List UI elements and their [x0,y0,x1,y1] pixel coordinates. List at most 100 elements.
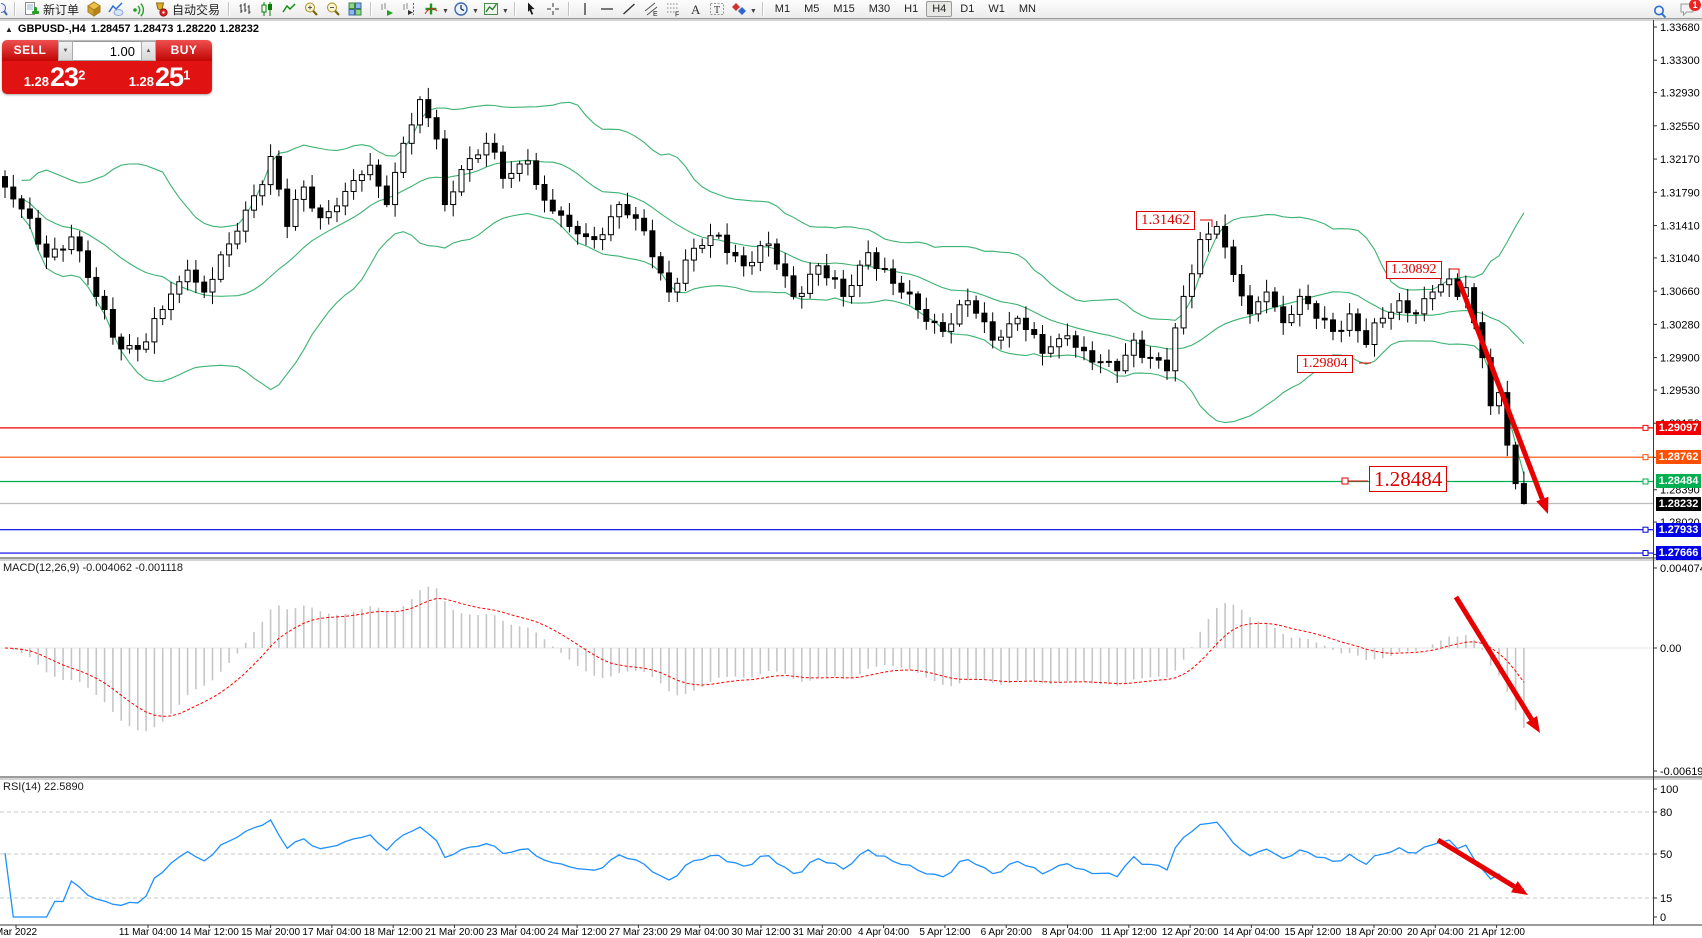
trendline-icon[interactable] [618,0,640,19]
notification-badge: 1 [1689,0,1701,11]
arrows-icon[interactable] [728,0,750,19]
candle-body [1339,330,1344,331]
macd-indicator-label: MACD(12,26,9) -0.004062 -0.001118 [3,562,183,574]
candle-body [376,165,381,186]
price-annotation[interactable]: 1.30892 [1386,261,1442,279]
volume-increase-button[interactable]: ▲ [141,41,156,61]
candle-body [1065,336,1070,339]
cursor-icon[interactable] [520,0,542,19]
line-chart-icon[interactable] [278,0,300,19]
separator [568,2,570,16]
time-axis-label: 15 Mar 20:00 [241,927,300,938]
timeframe-m15[interactable]: M15 [827,1,860,17]
annotation-anchor-square[interactable] [1342,478,1348,484]
timeframe-h4[interactable]: H4 [926,1,952,17]
timeframe-h1[interactable]: H1 [898,1,924,17]
search-icon[interactable] [1649,2,1671,21]
periods-dropdown-caret[interactable]: ▼ [472,8,479,15]
candle-body [1405,301,1410,313]
sell-price-small: 1.28 [24,74,49,89]
fibonacci-icon[interactable]: F [662,0,684,19]
candle-body [633,215,638,219]
candle-body [667,273,672,292]
macd-scale-label: -0.00619 [1660,766,1702,778]
sell-button[interactable]: SELL [2,40,58,61]
timeframe-m1[interactable]: M1 [769,1,796,17]
price-scale-label: 1.32930 [1660,88,1700,100]
level-anchor-square[interactable] [1643,527,1648,532]
indicators-icon[interactable] [420,0,442,19]
notifications-icon[interactable]: 1 [1679,1,1696,22]
periods-icon[interactable] [450,0,472,19]
candle-body [144,342,149,349]
crosshair-icon[interactable] [542,0,564,19]
candle-body [924,310,929,322]
candle-body [409,125,414,143]
templates-dropdown-caret[interactable]: ▼ [502,8,509,15]
signals-icon[interactable] [127,0,149,19]
arrows-dropdown-caret[interactable]: ▼ [750,8,757,15]
buy-button[interactable]: BUY [156,40,212,61]
level-anchor-square[interactable] [1643,455,1648,460]
market-watch-icon[interactable] [105,0,127,19]
auto-trading-icon[interactable] [149,0,171,19]
price-annotation[interactable]: 1.28484 [1369,466,1447,492]
price-scale-label: 1.30660 [1660,286,1700,298]
candle-body [625,205,630,215]
new-order-label[interactable]: 新订单 [42,1,83,18]
time-axis-label: 5 Apr 12:00 [919,927,971,938]
styles-icon[interactable] [83,0,105,19]
candle-body [642,218,647,231]
zoom-in-icon[interactable] [300,0,322,19]
clipped-icon [1,1,10,18]
new-order-icon[interactable] [20,0,42,19]
one-click-trading-panel: SELL ▼ 1.00 ▲ BUY 1.28232 1.28251 [2,40,212,94]
timeframe-m30[interactable]: M30 [863,1,896,17]
templates-icon[interactable] [480,0,502,19]
buy-price[interactable]: 1.28251 [107,61,212,94]
zoom-out-icon[interactable] [322,0,344,19]
timeframe-mn[interactable]: MN [1013,1,1042,17]
candle-body [824,266,829,278]
timeframe-w1[interactable]: W1 [982,1,1011,17]
chart-shift-icon[interactable] [398,0,420,19]
candle-body [202,282,207,292]
timeframe-m5[interactable]: M5 [798,1,825,17]
timeframe-d1[interactable]: D1 [954,1,980,17]
candle-body [235,231,240,244]
ohlc-quote: 1.28457 1.28473 1.28220 1.28232 [91,23,259,35]
horizontal-line-icon[interactable] [596,0,618,19]
candle-body [874,253,879,269]
level-anchor-square[interactable] [1643,425,1648,430]
auto-scroll-icon[interactable] [376,0,398,19]
candle-body [260,185,265,196]
text-label-icon[interactable]: T [706,0,728,19]
candle-body [990,322,995,340]
candle-body [658,257,663,273]
time-axis-label: 12 Apr 20:00 [1162,927,1219,938]
price-annotation[interactable]: 1.31462 [1136,211,1195,230]
candle-body [501,152,506,178]
volume-decrease-button[interactable]: ▼ [58,41,73,61]
candle-body [608,217,613,235]
volume-input[interactable]: 1.00 [73,41,141,61]
candlestick-chart-icon[interactable] [256,0,278,19]
level-anchor-square[interactable] [1643,479,1648,484]
buy-price-small: 1.28 [129,74,154,89]
auto-trading-label[interactable]: 自动交易 [171,1,224,18]
candle-body [210,279,215,292]
candle-body [1389,312,1394,318]
candle-body [442,139,447,205]
sell-price[interactable]: 1.28232 [2,61,107,94]
price-annotation[interactable]: 1.29804 [1297,355,1353,373]
bar-chart-icon[interactable] [234,0,256,19]
indicators-dropdown-caret[interactable]: ▼ [442,8,449,15]
candle-body [1032,330,1037,335]
vertical-line-icon[interactable] [574,0,596,19]
tile-windows-icon[interactable] [344,0,366,19]
candle-body [1281,307,1286,323]
text-icon[interactable]: A [684,0,706,19]
equidistant-channel-icon[interactable]: E [640,0,662,19]
level-anchor-square[interactable] [1643,551,1648,556]
candle-body [1239,275,1244,296]
